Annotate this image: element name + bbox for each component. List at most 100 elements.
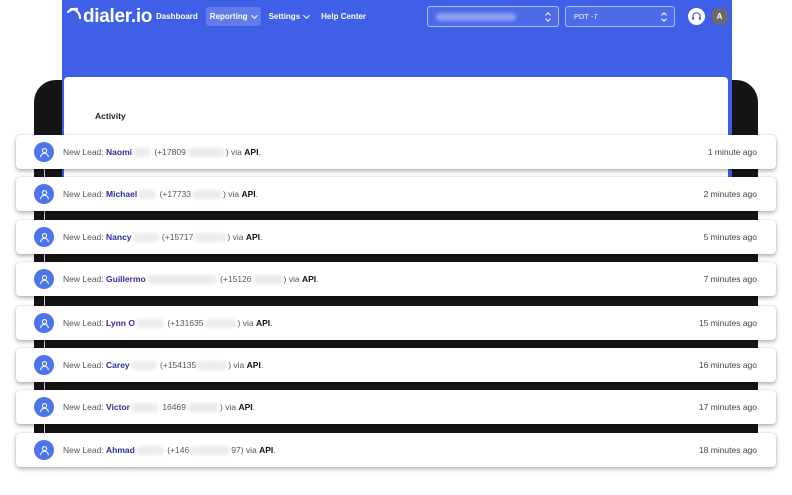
redacted-organization <box>436 12 516 21</box>
chevron-updown-icon <box>661 12 667 22</box>
nav-dashboard[interactable]: Dashboard <box>152 7 202 26</box>
user-icon <box>34 397 54 417</box>
activity-item[interactable]: New Lead: Naomi (+17809) via API. 1 minut… <box>16 135 776 169</box>
lead-phone: (+146 <box>167 445 190 455</box>
lead-phone-end: ) <box>283 274 287 284</box>
lead-source: API <box>238 402 253 412</box>
lead-phone-end: ) <box>223 189 226 199</box>
activity-time: 5 minutes ago <box>703 232 757 242</box>
lead-phone: (+17809 <box>154 147 186 157</box>
lead-name-link[interactable]: Naomi <box>106 147 132 157</box>
via-word: via <box>242 318 254 328</box>
lead-phone: (+154135 <box>160 360 197 370</box>
activity-time: 1 minute ago <box>707 147 757 157</box>
user-icon-glyph <box>39 360 49 370</box>
activity-item[interactable]: New Lead: Guillermo (+15126) via API. 7 m… <box>16 262 776 296</box>
activity-text: New Lead: Guillermo (+15126) via API. <box>63 274 319 284</box>
activity-panel: Activity <box>64 77 728 190</box>
logo-text: dialer.io <box>83 6 153 27</box>
user-icon-glyph <box>39 318 49 328</box>
redacted-phone <box>204 318 237 328</box>
activity-item[interactable]: New Lead: Carey (+154135) via API. 16 min… <box>16 348 776 382</box>
lead-source: API <box>301 274 317 284</box>
activity-text: New Lead: Naomi (+17809) via API. <box>63 147 261 157</box>
lead-name-link[interactable]: Michael <box>106 189 137 199</box>
redacted-name <box>130 360 157 370</box>
lead-source: API <box>245 232 260 242</box>
lead-source: API <box>244 147 259 157</box>
lead-name-link[interactable]: Ahmad <box>106 445 135 455</box>
user-icon <box>34 440 54 460</box>
user-icon-glyph <box>39 147 49 157</box>
logo[interactable]: dialer.io <box>66 4 152 30</box>
top-navbar: dialer.io Dashboard Reporting Settings H… <box>62 0 732 34</box>
activity-prefix: New Lead: <box>63 402 104 412</box>
activity-prefix: New Lead: <box>63 318 104 328</box>
redacted-name <box>138 189 157 199</box>
nav-help-center-label: Help Center <box>321 12 367 21</box>
lead-source: API <box>246 360 261 370</box>
lead-phone-end: ) <box>228 360 232 370</box>
lead-name-link[interactable]: Lynn O <box>106 318 135 328</box>
activity-prefix: New Lead: <box>63 360 104 370</box>
chevron-updown-icon <box>545 12 551 22</box>
lead-phone-end: ) <box>219 402 223 412</box>
lead-phone: (+15717 <box>161 232 194 242</box>
user-icon <box>34 142 54 162</box>
activity-item[interactable]: New Lead: Ahmad (+146 97) via API. 18 minu… <box>16 433 776 467</box>
user-icon-glyph <box>39 189 49 199</box>
via-word: via <box>232 232 244 242</box>
redacted-phone <box>252 274 283 284</box>
redacted-name <box>130 402 159 412</box>
via-word: via <box>228 189 240 199</box>
activity-prefix: New Lead: <box>63 445 104 455</box>
lead-phone-end: ) <box>227 232 231 242</box>
headset-icon[interactable] <box>688 8 705 25</box>
nav-help-center[interactable]: Help Center <box>317 7 370 26</box>
activity-time: 16 minutes ago <box>698 360 757 370</box>
nav-reporting[interactable]: Reporting <box>205 7 261 26</box>
lead-source: API <box>256 318 271 328</box>
activity-time: 17 minutes ago <box>698 402 757 412</box>
activity-prefix: New Lead: <box>63 232 104 242</box>
user-icon <box>34 227 54 247</box>
nav-settings-label: Settings <box>268 12 301 21</box>
redacted-name <box>132 232 159 242</box>
activity-text: New Lead: Victor 16469) via API. <box>63 402 255 412</box>
lead-source: API <box>241 189 256 199</box>
organization-select[interactable] <box>427 6 559 27</box>
user-avatar[interactable]: A <box>711 8 728 25</box>
redacted-name <box>133 147 151 157</box>
activity-time: 15 minutes ago <box>698 318 757 328</box>
nav-reporting-label: Reporting <box>209 12 248 21</box>
lead-name-link[interactable]: Guillermo <box>106 274 146 284</box>
activity-text: New Lead: Nancy (+15717) via API. <box>63 232 263 242</box>
activity-time: 2 minutes ago <box>703 189 757 199</box>
activity-text: New Lead: Lynn O (+131635) via API. <box>63 318 273 328</box>
redacted-name <box>146 274 217 284</box>
stage: dialer.io Dashboard Reporting Settings H… <box>0 0 792 495</box>
activity-item[interactable]: New Lead: Nancy (+15717) via API. 5 minut… <box>16 220 776 254</box>
timezone-select[interactable]: PDT -7 <box>565 6 675 27</box>
chevron-down-icon <box>250 11 258 19</box>
redacted-phone <box>186 402 219 412</box>
activity-time: 7 minutes ago <box>703 274 757 284</box>
nav-settings[interactable]: Settings <box>265 7 314 26</box>
activity-text: New Lead: Michael (+17733) via API. <box>63 189 259 199</box>
lead-name-link[interactable]: Carey <box>106 360 130 370</box>
activity-item[interactable]: New Lead: Michael (+17733) via API. 2 min… <box>16 177 776 211</box>
lead-name-link[interactable]: Victor <box>106 402 130 412</box>
logo-icon <box>66 7 82 20</box>
user-initial: A <box>716 12 723 21</box>
via-word: via <box>233 360 245 370</box>
activity-item[interactable]: New Lead: Lynn O (+131635) via API. 15 mi… <box>16 306 776 340</box>
lead-source: API <box>259 445 274 455</box>
lead-phone: (+131635 <box>167 318 204 328</box>
user-icon <box>34 313 54 333</box>
nav-dashboard-label: Dashboard <box>156 12 198 21</box>
lead-name-link[interactable]: Nancy <box>106 232 132 242</box>
lead-phone-end: ) <box>225 147 229 157</box>
redacted-name <box>135 445 164 455</box>
user-icon-glyph <box>39 402 49 412</box>
activity-item[interactable]: New Lead: Victor 16469) via API. 17 minut… <box>16 390 776 424</box>
